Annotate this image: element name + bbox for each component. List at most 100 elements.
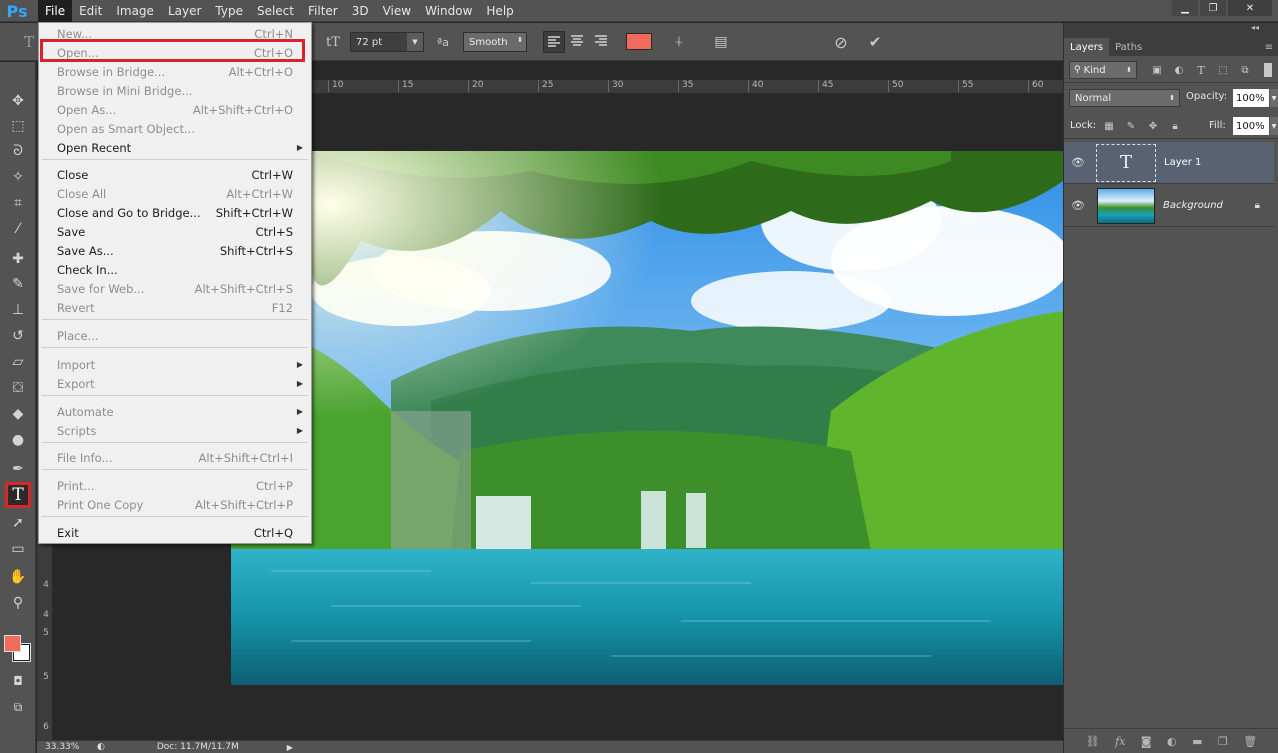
screen-mode-icon[interactable]: ⧉ xyxy=(6,696,30,718)
menu-item-check-in[interactable]: Check In... xyxy=(39,260,311,279)
menu-help[interactable]: Help xyxy=(479,0,520,22)
history-brush-tool-icon[interactable]: ↺ xyxy=(6,325,30,347)
menu-item-close[interactable]: Close Ctrl+W xyxy=(39,165,311,184)
brush-tool-icon[interactable]: ✎ xyxy=(6,273,30,295)
menu-item-save-as[interactable]: Save As... Shift+Ctrl+S xyxy=(39,241,311,260)
eraser-tool-icon[interactable]: ▱ xyxy=(6,351,30,373)
layer-name[interactable]: Background xyxy=(1163,200,1223,211)
layer-row-background[interactable]: 👁︎ Background 🔒︎ xyxy=(1064,185,1274,227)
filter-pixel-icon[interactable]: ▣ xyxy=(1150,62,1164,78)
minimize-button[interactable]: ▁ xyxy=(1172,0,1198,16)
align-left-button[interactable] xyxy=(543,31,565,53)
filter-smart-object-icon[interactable]: ⧉ xyxy=(1238,62,1252,78)
menu-item-revert[interactable]: Revert F12 xyxy=(39,298,311,317)
align-right-button[interactable] xyxy=(591,31,613,53)
filter-type-icon[interactable]: T xyxy=(1194,62,1208,78)
menu-item-export[interactable]: Export ▶ xyxy=(39,374,311,393)
menu-item-close-and-go-to-bridge[interactable]: Close and Go to Bridge... Shift+Ctrl+W xyxy=(39,203,311,222)
filter-toggle[interactable] xyxy=(1264,63,1272,77)
quick-mask-icon[interactable]: ◘ xyxy=(6,670,30,692)
zoom-level[interactable]: 33.33% xyxy=(45,742,89,752)
healing-brush-tool-icon[interactable]: ✚ xyxy=(6,248,30,270)
stamp-tool-icon[interactable]: ⊥ xyxy=(6,299,30,321)
cancel-icon[interactable]: ⊘ xyxy=(830,32,852,52)
menu-item-open-recent[interactable]: Open Recent ▶ xyxy=(39,138,311,157)
lock-all-icon[interactable]: 🔒︎ xyxy=(1168,118,1182,134)
warp-text-icon[interactable]: ⍭ xyxy=(668,32,690,52)
menu-item-browse-in-mini-bridge[interactable]: Browse in Mini Bridge... xyxy=(39,81,311,100)
blur-tool-icon[interactable]: ◆ xyxy=(6,403,30,425)
menu-item-import[interactable]: Import ▶ xyxy=(39,355,311,374)
lock-image-icon[interactable]: ✎ xyxy=(1124,118,1138,134)
filter-shape-icon[interactable]: ⬚ xyxy=(1216,62,1230,78)
status-menu-arrow-icon[interactable]: ▶ xyxy=(287,743,293,752)
foreground-color-swatch[interactable] xyxy=(4,635,21,652)
document-canvas[interactable] xyxy=(231,151,1063,685)
new-layer-icon[interactable]: ❐ xyxy=(1218,735,1228,748)
menu-filter[interactable]: Filter xyxy=(301,0,345,22)
magic-wand-tool-icon[interactable]: ✧ xyxy=(6,166,30,188)
lock-transparent-icon[interactable]: ▦ xyxy=(1102,118,1116,134)
menu-item-save[interactable]: Save Ctrl+S xyxy=(39,222,311,241)
fx-icon[interactable]: fx xyxy=(1115,735,1125,748)
visibility-eye-icon[interactable]: 👁︎ xyxy=(1064,156,1092,169)
rectangle-tool-icon[interactable]: ▭ xyxy=(6,538,30,560)
menu-file[interactable]: File xyxy=(38,0,73,22)
menu-image[interactable]: Image xyxy=(109,0,161,22)
menu-item-print-one-copy[interactable]: Print One Copy Alt+Shift+Ctrl+P xyxy=(39,495,311,514)
menu-select[interactable]: Select xyxy=(250,0,301,22)
status-info-icon[interactable]: ◐ xyxy=(97,742,105,752)
menu-layer[interactable]: Layer xyxy=(161,0,208,22)
type-tool-preset-icon[interactable]: T xyxy=(18,32,40,52)
add-mask-icon[interactable]: ◙ xyxy=(1141,735,1152,748)
path-selection-tool-icon[interactable]: ➚ xyxy=(6,512,30,534)
filter-kind-select[interactable]: ⚲ Kind ⬍ xyxy=(1069,61,1137,79)
visibility-eye-icon[interactable]: 👁︎ xyxy=(1064,199,1092,212)
menu-item-print[interactable]: Print... Ctrl+P xyxy=(39,476,311,495)
character-panel-icon[interactable]: ▤ xyxy=(710,32,732,52)
panel-collapse-icon[interactable]: ◂◂ xyxy=(1064,23,1278,38)
chevron-down-icon[interactable]: ▼ xyxy=(1270,89,1278,107)
menu-type[interactable]: Type xyxy=(208,0,250,22)
menu-item-scripts[interactable]: Scripts ▶ xyxy=(39,421,311,440)
menu-item-place[interactable]: Place... xyxy=(39,326,311,345)
filter-adjustment-icon[interactable]: ◐ xyxy=(1172,62,1186,78)
layer-row-layer-1[interactable]: 👁︎ T Layer 1 xyxy=(1064,142,1274,184)
lasso-tool-icon[interactable]: ᘐ xyxy=(6,140,30,162)
blend-mode-select[interactable]: Normal ⬍ xyxy=(1069,89,1180,107)
close-window-button[interactable]: ✕ xyxy=(1228,0,1272,16)
pen-tool-icon[interactable]: ✒ xyxy=(6,458,30,480)
menu-item-close-all[interactable]: Close All Alt+Ctrl+W xyxy=(39,184,311,203)
menu-item-file-info[interactable]: File Info... Alt+Shift+Ctrl+I xyxy=(39,448,311,467)
menu-item-open-as-smart-object[interactable]: Open as Smart Object... xyxy=(39,119,311,138)
paint-bucket-tool-icon[interactable]: ⛋ xyxy=(6,377,30,399)
commit-checkmark-icon[interactable]: ✔ xyxy=(864,32,886,52)
tab-layers[interactable]: Layers xyxy=(1064,38,1110,56)
menu-edit[interactable]: Edit xyxy=(72,0,109,22)
move-tool-icon[interactable]: ✥ xyxy=(6,90,30,112)
marquee-tool-icon[interactable]: ⬚ xyxy=(6,115,30,137)
adjustment-layer-icon[interactable]: ◐ xyxy=(1167,735,1177,748)
crop-tool-icon[interactable]: ⌗ xyxy=(6,192,30,214)
link-layers-icon[interactable]: ⛓ xyxy=(1086,735,1100,748)
menu-item-save-for-web[interactable]: Save for Web... Alt+Shift+Ctrl+S xyxy=(39,279,311,298)
opacity-input[interactable]: 100% xyxy=(1233,89,1269,107)
menu-item-browse-in-bridge[interactable]: Browse in Bridge... Alt+Ctrl+O xyxy=(39,62,311,81)
hand-tool-icon[interactable]: ✋ xyxy=(6,566,30,588)
align-center-button[interactable] xyxy=(567,31,589,53)
menu-window[interactable]: Window xyxy=(418,0,479,22)
dodge-tool-icon[interactable]: ● xyxy=(6,429,30,451)
tab-paths[interactable]: Paths xyxy=(1109,38,1148,56)
panel-menu-icon[interactable]: ≡ xyxy=(1259,38,1278,56)
new-group-icon[interactable]: ▬ xyxy=(1192,735,1202,748)
menu-item-exit[interactable]: Exit Ctrl+Q xyxy=(39,523,311,542)
layer-name[interactable]: Layer 1 xyxy=(1164,157,1201,168)
restore-button[interactable]: ❐ xyxy=(1200,0,1226,16)
menu-item-automate[interactable]: Automate ▶ xyxy=(39,402,311,421)
zoom-tool-icon[interactable]: ⚲ xyxy=(6,592,30,614)
text-color-swatch[interactable] xyxy=(626,33,652,50)
menu-3d[interactable]: 3D xyxy=(345,0,376,22)
type-tool-icon[interactable]: T xyxy=(5,482,31,508)
delete-layer-icon[interactable]: 🗑︎ xyxy=(1243,735,1257,748)
menu-view[interactable]: View xyxy=(376,0,418,22)
